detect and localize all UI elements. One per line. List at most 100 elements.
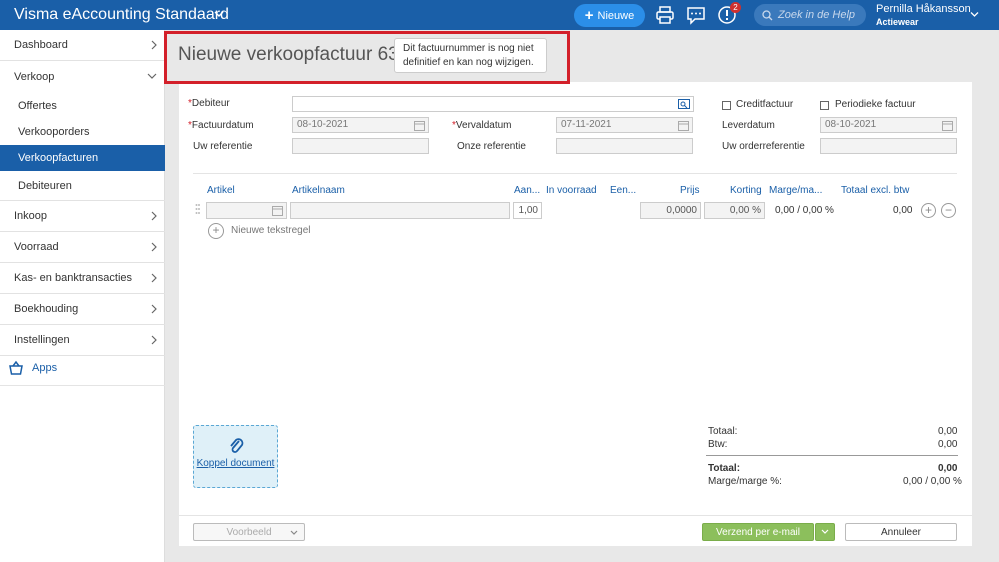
sidebar-item-apps[interactable]: Apps [8, 360, 57, 376]
highlight-annotation [164, 31, 570, 84]
sidebar-item-label: Instellingen [14, 334, 70, 346]
sidebar-item-label: Inkoop [14, 210, 48, 222]
sidebar-item-instellingen[interactable]: Instellingen [0, 325, 165, 356]
calendar-icon[interactable] [414, 120, 425, 131]
column-header-in-voorraad[interactable]: In voorraad [546, 185, 597, 196]
vervaldatum-label: *Vervaldatum [452, 120, 512, 131]
artikelnaam-input[interactable] [290, 202, 510, 219]
column-header-eenheid[interactable]: Een... [610, 185, 636, 196]
uw-orderreferentie-label: Uw orderreferentie [722, 141, 805, 152]
sidebar-item-dashboard[interactable]: Dashboard [0, 30, 165, 61]
column-header-marge[interactable]: Marge/ma... [769, 185, 822, 196]
divider [0, 385, 165, 386]
marge-value: 0,00 / 0,00 % [775, 205, 834, 216]
column-header-korting[interactable]: Korting [730, 185, 762, 196]
cancel-button-label: Annuleer [880, 526, 922, 538]
user-name[interactable]: Pernilla Håkansson [876, 3, 971, 15]
sidebar-item-label: Verkooporders [18, 126, 90, 138]
debiteur-input[interactable] [292, 96, 694, 112]
factuurdatum-input[interactable]: 08-10-2021 [292, 117, 429, 133]
sidebar-item-verkoop[interactable]: Verkoop [0, 61, 165, 92]
grand-total-value: 0,00 [938, 463, 958, 474]
sidebar-item-label: Boekhouding [14, 303, 79, 315]
notification-badge: 2 [730, 2, 741, 13]
chevron-right-icon [151, 304, 157, 314]
send-email-button[interactable]: Verzend per e-mail [702, 523, 814, 541]
uw-referentie-input[interactable] [292, 138, 429, 154]
cancel-button[interactable]: Annuleer [845, 523, 957, 541]
totaal-label: Totaal: [708, 426, 738, 437]
sidebar-item-kas-bank[interactable]: Kas- en banktransacties [0, 263, 165, 294]
vervaldatum-value: 07-11-2021 [561, 119, 612, 130]
sidebar-item-boekhouding[interactable]: Boekhouding [0, 294, 165, 325]
sidebar-item-voorraad[interactable]: Voorraad [0, 232, 165, 263]
chevron-right-icon [151, 211, 157, 221]
periodieke-checkbox[interactable] [820, 101, 829, 110]
new-button[interactable]: + Nieuwe [574, 4, 645, 27]
help-search-input[interactable]: Zoek in de Help [754, 4, 866, 26]
user-menu-chevron-icon[interactable] [970, 11, 979, 18]
remove-line-button[interactable]: − [941, 203, 956, 218]
leverdatum-label: Leverdatum [722, 120, 775, 131]
marge-total-label: Marge/marge %: [708, 476, 782, 487]
sidebar-item-offertes[interactable]: Offertes [0, 93, 165, 119]
apps-label: Apps [32, 362, 58, 374]
sidebar-item-label: Debiteuren [18, 179, 72, 192]
aantal-value: 1,00 [518, 205, 538, 216]
sidebar-item-verkooporders[interactable]: Verkooporders [0, 119, 165, 145]
column-header-totaal[interactable]: Totaal excl. btw [841, 185, 909, 196]
calendar-icon[interactable] [942, 120, 953, 131]
uw-orderreferentie-input[interactable] [820, 138, 957, 154]
new-text-row-label[interactable]: Nieuwe tekstregel [231, 225, 310, 236]
basket-icon [9, 360, 23, 375]
chevron-down-icon [147, 73, 157, 79]
sidebar-item-label: Voorraad [14, 241, 59, 253]
app-title[interactable]: Visma eAccounting Standaard [14, 6, 229, 24]
plus-icon: + [584, 7, 594, 24]
item-search-icon[interactable] [272, 205, 283, 216]
drag-handle-icon[interactable] [195, 203, 200, 217]
sidebar-item-label: Verkoopfacturen [18, 152, 99, 164]
sidebar-item-inkoop[interactable]: Inkoop [0, 201, 165, 232]
chevron-down-icon[interactable] [214, 10, 224, 18]
leverdatum-input[interactable]: 08-10-2021 [820, 117, 957, 133]
chevron-right-icon [151, 242, 157, 252]
chevron-right-icon [151, 335, 157, 345]
calendar-icon[interactable] [678, 120, 689, 131]
column-header-aantal[interactable]: Aan... [514, 185, 540, 196]
creditfactuur-checkbox[interactable] [722, 101, 731, 110]
column-header-artikelnaam[interactable]: Artikelnaam [292, 185, 345, 196]
artikel-input[interactable] [206, 202, 287, 219]
korting-input[interactable]: 0,00 % [704, 202, 765, 219]
leverdatum-value: 08-10-2021 [825, 119, 877, 130]
print-icon[interactable] [655, 5, 675, 25]
send-options-dropdown[interactable] [815, 523, 835, 541]
prijs-input[interactable]: 0,0000 [640, 202, 701, 219]
column-header-prijs[interactable]: Prijs [680, 185, 699, 196]
column-header-artikel[interactable]: Artikel [207, 185, 235, 196]
btw-value: 0,00 [938, 439, 958, 450]
factuurdatum-label: *Factuurdatum [188, 120, 254, 131]
aantal-input[interactable]: 1,00 [513, 202, 542, 219]
chevron-right-icon [151, 40, 157, 50]
chevron-right-icon [151, 273, 157, 283]
korting-value: 0,00 % [729, 205, 761, 216]
sidebar-item-debiteuren[interactable]: Debiteuren [0, 171, 165, 201]
divider [179, 515, 972, 516]
attach-document-label[interactable]: Koppel document [194, 458, 277, 469]
customer-search-icon[interactable] [678, 99, 690, 110]
chat-icon[interactable] [686, 5, 706, 25]
chevron-down-icon [290, 530, 298, 536]
sidebar-item-label: Verkoop [14, 70, 55, 83]
attach-document-dropzone[interactable]: Koppel document [193, 425, 278, 488]
onze-referentie-input[interactable] [556, 138, 693, 154]
add-line-button[interactable]: + [921, 203, 936, 218]
vervaldatum-input[interactable]: 07-11-2021 [556, 117, 693, 133]
add-text-row-button[interactable]: + [208, 223, 224, 239]
marge-total-value: 0,00 / 0,00 % [903, 476, 962, 487]
sidebar-item-verkoopfacturen[interactable]: Verkoopfacturen [0, 145, 165, 171]
new-button-label: Nieuwe [597, 9, 635, 22]
company-name: Actiewear [876, 17, 919, 27]
sidebar-item-label: Dashboard [14, 39, 68, 51]
preview-button[interactable]: Voorbeeld [193, 523, 305, 541]
